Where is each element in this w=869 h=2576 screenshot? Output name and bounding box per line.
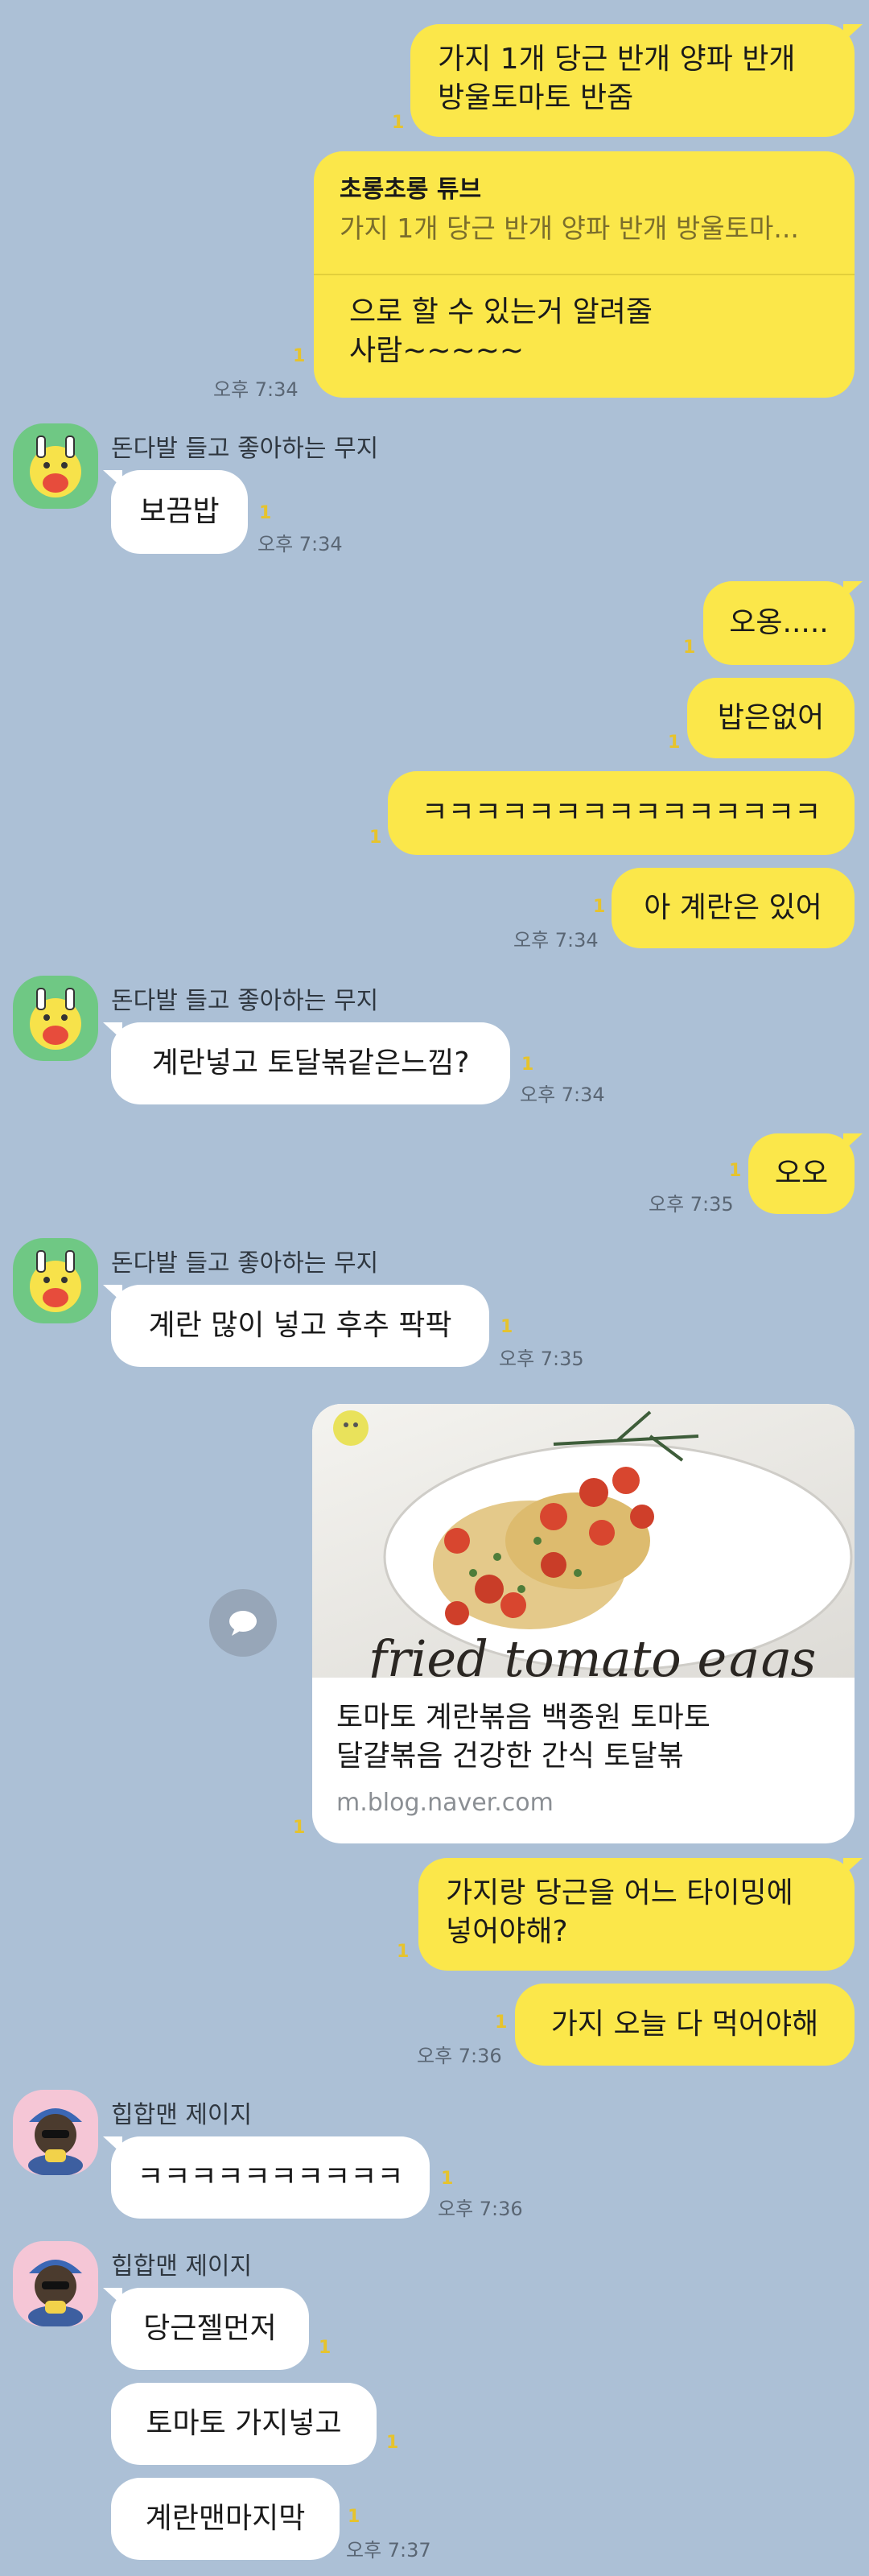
message-text: 계란맨마지막 <box>145 2502 306 2535</box>
my-message-bubble[interactable]: 가지 1개 당근 반개 양파 반개 방울토마토 반줌 <box>410 24 863 137</box>
unread-count: 1 <box>441 2169 454 2189</box>
jayg-avatar[interactable] <box>13 2090 98 2175</box>
unread-count: 1 <box>521 1055 534 1075</box>
sender-name: 돈다발 들고 좋아하는 무지 <box>111 987 379 1015</box>
muzi-avatar[interactable] <box>13 1238 98 1323</box>
unread-count: 1 <box>369 828 382 848</box>
my-message-bubble[interactable]: 아 계란은 있어 <box>612 868 855 948</box>
link-title: 달걀볶음 건강한 간식 토달볶 <box>336 1740 684 1773</box>
reply-preview[interactable]: 초롱초롱 튜브 가지 1개 당근 반개 양파 반개 방울토마... <box>314 151 855 275</box>
share-button[interactable] <box>209 1589 277 1657</box>
unread-count: 1 <box>593 897 606 917</box>
jayg-avatar-image <box>28 2260 83 2326</box>
jayg-avatar[interactable] <box>13 2241 98 2326</box>
unread-count: 1 <box>495 2013 508 2033</box>
jayg-avatar-image <box>28 2108 83 2175</box>
message-text: 으로 할 수 있는거 알려줄 <box>349 295 653 328</box>
message-text: 방울토마토 반줌 <box>438 81 634 114</box>
unread-count: 1 <box>348 2507 360 2527</box>
link-preview-card[interactable]: fried tomato eggs 토마토 계란볶음 백종원 토마토 달걀볶음 … <box>312 1404 855 1843</box>
speech-bubble-icon <box>229 1611 257 1636</box>
muzi-avatar-image <box>30 1250 81 1312</box>
muzi-avatar[interactable] <box>13 423 98 509</box>
timestamp: 오후 7:34 <box>257 533 343 555</box>
other-message-bubble[interactable]: 보끔밥 <box>103 470 248 554</box>
timestamp: 오후 7:36 <box>438 2198 523 2220</box>
reply-quote: 가지 1개 당근 반개 양파 반개 방울토마... <box>340 213 799 244</box>
message-text: 사람~~~~~ <box>349 334 525 367</box>
timestamp: 오후 7:36 <box>417 2045 502 2067</box>
other-message-bubble[interactable]: 토마토 가지넣고 <box>111 2383 377 2465</box>
muzi-avatar-image <box>30 988 81 1050</box>
my-message-bubble[interactable]: 밥은없어 <box>687 678 855 758</box>
sender-name: 힙합맨 제이지 <box>111 2101 253 2129</box>
other-message-bubble[interactable]: 계란맨마지막 <box>111 2478 340 2560</box>
unread-count: 1 <box>259 503 272 523</box>
unread-count: 1 <box>293 346 306 366</box>
other-message-bubble[interactable]: 계란넣고 토달볶같은느낌? <box>103 1022 510 1104</box>
message-text: ㅋㅋㅋㅋㅋㅋㅋㅋㅋㅋ <box>137 2161 404 2194</box>
other-message-bubble[interactable]: 당근젤먼저 <box>103 2288 309 2370</box>
my-message-bubble[interactable]: 오옹..... <box>703 581 863 665</box>
reply-sender: 초롱초롱 튜브 <box>340 175 482 204</box>
timestamp: 오후 7:34 <box>520 1084 605 1106</box>
message-text: 계란넣고 토달볶같은느낌? <box>151 1046 470 1080</box>
other-message-bubble[interactable]: 계란 많이 넣고 후추 팍팍 <box>103 1285 489 1367</box>
message-text: 오옹..... <box>729 606 829 639</box>
timestamp: 오후 7:35 <box>499 1348 584 1370</box>
message-text: 가지랑 당근을 어느 타이밍에 <box>446 1876 793 1909</box>
message-text: 아 계란은 있어 <box>644 891 822 924</box>
unread-count: 1 <box>392 113 405 133</box>
timestamp: 오후 7:34 <box>513 929 599 952</box>
link-domain: m.blog.naver.com <box>336 1789 554 1817</box>
tomato-egg-image: fried tomato eggs <box>333 1410 853 1678</box>
muzi-avatar-image <box>30 436 81 497</box>
sender-name: 돈다발 들고 좋아하는 무지 <box>111 435 379 463</box>
message-text: 보끔밥 <box>139 495 220 528</box>
link-thumbnail[interactable]: fried tomato eggs <box>312 1404 855 1678</box>
timestamp: 오후 7:35 <box>649 1193 734 1216</box>
unread-count: 1 <box>668 733 681 753</box>
message-text: 오오 <box>774 1157 829 1190</box>
unread-count: 1 <box>500 1317 513 1337</box>
message-text: 당근젤먼저 <box>143 2312 277 2345</box>
reply-message-bubble[interactable]: 초롱초롱 튜브 가지 1개 당근 반개 양파 반개 방울토마... 으로 할 수… <box>314 151 855 398</box>
unread-count: 1 <box>319 2338 332 2358</box>
message-text: 가지 오늘 다 먹어야해 <box>550 2008 819 2041</box>
unread-count: 1 <box>397 1942 410 1962</box>
message-text: 밥은없어 <box>717 701 825 734</box>
my-message-bubble[interactable]: 가지랑 당근을 어느 타이밍에 넣어야해? <box>418 1858 863 1971</box>
message-text: 계란 많이 넣고 후추 팍팍 <box>148 1309 452 1342</box>
message-text: 넣어야해? <box>446 1915 568 1948</box>
image-caption: fried tomato eggs <box>365 1629 816 1678</box>
my-message-bubble[interactable]: 가지 오늘 다 먹어야해 <box>515 1984 855 2066</box>
sender-name: 돈다발 들고 좋아하는 무지 <box>111 1249 379 1278</box>
unread-count: 1 <box>293 1818 306 1838</box>
muzi-avatar[interactable] <box>13 976 98 1061</box>
timestamp: 오후 7:37 <box>346 2539 431 2562</box>
link-title: 토마토 계란볶음 백종원 토마토 <box>336 1701 710 1734</box>
unread-count: 1 <box>386 2433 399 2453</box>
my-message-bubble[interactable]: 오오 <box>748 1133 863 1214</box>
timestamp: 오후 7:34 <box>213 378 299 401</box>
sender-name: 힙합맨 제이지 <box>111 2252 253 2281</box>
my-message-bubble[interactable]: ㅋㅋㅋㅋㅋㅋㅋㅋㅋㅋㅋㅋㅋㅋㅋ <box>388 771 855 855</box>
message-text: ㅋㅋㅋㅋㅋㅋㅋㅋㅋㅋㅋㅋㅋㅋㅋ <box>421 796 822 829</box>
unread-count: 1 <box>683 638 696 658</box>
other-message-bubble[interactable]: ㅋㅋㅋㅋㅋㅋㅋㅋㅋㅋ <box>103 2136 430 2219</box>
message-text: 가지 1개 당근 반개 양파 반개 <box>438 43 796 76</box>
message-text: 토마토 가지넣고 <box>146 2407 342 2440</box>
unread-count: 1 <box>729 1161 742 1181</box>
